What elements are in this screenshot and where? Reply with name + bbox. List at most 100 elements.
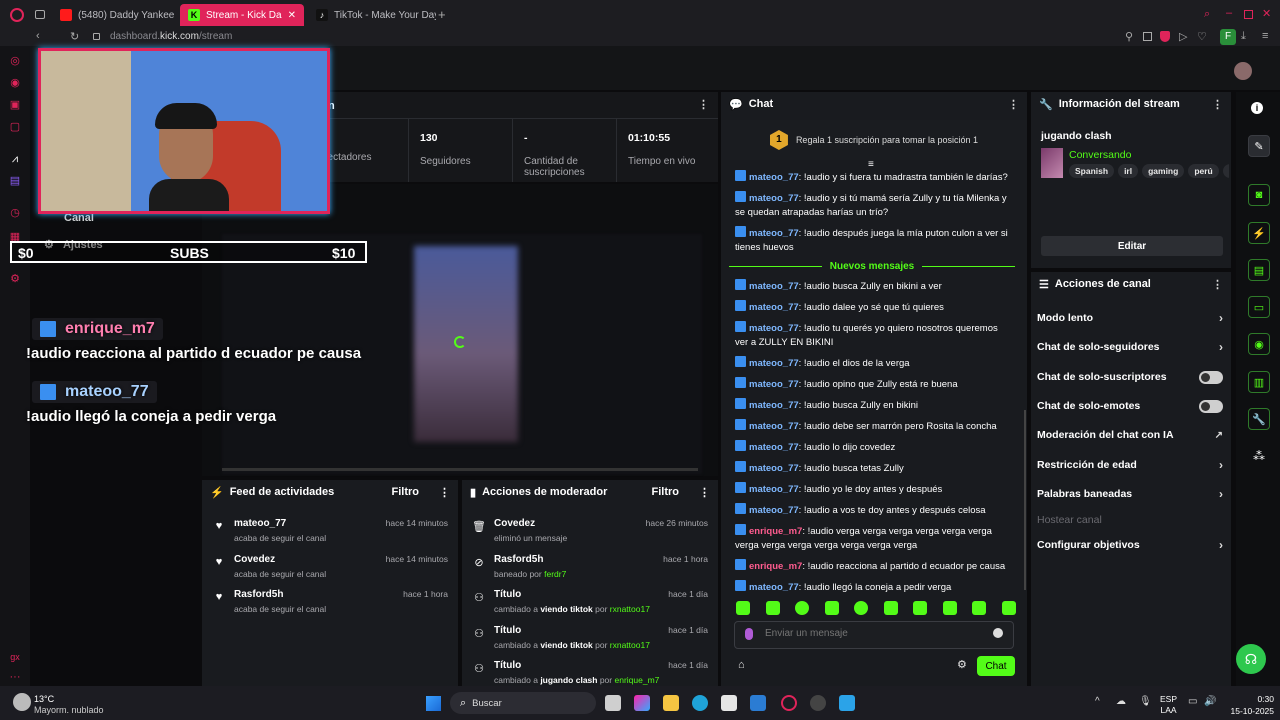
play-icon[interactable]: ▷	[1179, 30, 1187, 43]
category-thumbnail[interactable]	[1041, 148, 1063, 178]
volume-icon[interactable]: 🔊	[1204, 696, 1216, 707]
mod-moderator-name[interactable]: enrique_m7	[614, 675, 659, 685]
more-icon[interactable]: ···	[8, 670, 22, 684]
chat-username[interactable]: mateoo_77	[749, 463, 799, 474]
tray-chevron-icon[interactable]: ^	[1095, 696, 1100, 707]
chat-send-button[interactable]: Chat	[977, 656, 1015, 676]
age-restriction-action[interactable]: Restricción de edad ›	[1037, 454, 1223, 476]
tag-pill[interactable]: gaming	[1142, 164, 1185, 178]
emotes-only-toggle[interactable]	[1199, 399, 1223, 413]
gx-icon[interactable]: gx	[8, 650, 22, 664]
moderator-filter-button[interactable]: Filtro	[652, 486, 680, 498]
tab-tiktok[interactable]: ♪ TikTok - Make Your Day	[308, 4, 436, 26]
camera-icon[interactable]: ◙	[1248, 184, 1270, 206]
chat-settings-icon[interactable]: ⚙	[957, 658, 967, 671]
stats-more-icon[interactable]: ⋮	[698, 98, 709, 111]
layout-icon[interactable]: ▥	[1248, 371, 1270, 393]
tab-overview-icon[interactable]	[35, 10, 45, 19]
chat-username[interactable]: mateoo_77	[749, 172, 799, 183]
chat-username[interactable]: mateoo_77	[749, 421, 799, 432]
chat-username[interactable]: mateoo_77	[749, 228, 799, 239]
emote-icon[interactable]	[1001, 601, 1016, 615]
mod-user[interactable]: Rasford5h	[494, 554, 543, 565]
mod-moderator-name[interactable]: rxnattoo17	[610, 604, 650, 614]
activity-user[interactable]: Rasford5h	[234, 589, 283, 600]
chat-username[interactable]: mateoo_77	[749, 400, 799, 411]
back-icon[interactable]: ‹	[36, 30, 40, 42]
edit-icon[interactable]: ✎	[1248, 135, 1270, 157]
opera-menu-icon[interactable]	[10, 8, 24, 22]
emote-icon[interactable]	[913, 601, 928, 615]
emote-icon[interactable]	[854, 601, 869, 615]
whatsapp-icon[interactable]: ▣	[8, 98, 22, 112]
activity-filter-button[interactable]: Filtro	[392, 486, 420, 498]
taskbar-search[interactable]: ⌕ Buscar	[450, 692, 596, 714]
chat-username[interactable]: mateoo_77	[749, 442, 799, 453]
edit-stream-button[interactable]: Editar	[1041, 236, 1223, 256]
mod-moderator-name[interactable]: ferdr7	[544, 569, 566, 579]
minimize-icon[interactable]: –	[1226, 7, 1232, 19]
file-explorer-icon[interactable]	[663, 695, 679, 711]
chat-username[interactable]: enrique_m7	[749, 526, 802, 537]
edge-icon[interactable]	[692, 695, 708, 711]
download-icon[interactable]: ⤓	[1241, 30, 1246, 43]
activity-more-icon[interactable]: ⋮	[439, 486, 450, 499]
emoji-picker-icon[interactable]	[993, 628, 1003, 638]
activity-user[interactable]: Covedez	[234, 554, 275, 565]
info-icon[interactable]: i	[1251, 102, 1263, 114]
tag-pill[interactable]: Spanish	[1069, 164, 1115, 178]
gift-icon[interactable]: ⌂	[738, 659, 745, 671]
display-icon[interactable]: ▭	[1188, 696, 1197, 707]
profile-avatar[interactable]: F	[1220, 29, 1236, 45]
document-icon[interactable]: ▤	[1248, 259, 1270, 281]
search-tabs-icon[interactable]: ⌕	[1204, 8, 1210, 21]
banned-words-action[interactable]: Palabras baneadas ›	[1037, 483, 1223, 505]
shield-icon[interactable]	[1160, 31, 1170, 42]
maximize-icon[interactable]	[1244, 10, 1253, 19]
reload-icon[interactable]: ↻	[70, 30, 79, 43]
emote-icon[interactable]	[824, 601, 839, 615]
emote-icon[interactable]	[795, 601, 810, 615]
messenger-icon[interactable]: ◉	[8, 76, 22, 90]
onedrive-icon[interactable]: ☁	[1116, 696, 1126, 707]
app2-icon[interactable]	[839, 695, 855, 711]
chat-username[interactable]: mateoo_77	[749, 358, 799, 369]
emotes-only-action[interactable]: Chat de solo-emotes	[1037, 395, 1223, 417]
emote-icon[interactable]	[972, 601, 987, 615]
ai-icon[interactable]: ◎	[8, 54, 22, 68]
new-tab-icon[interactable]: +	[438, 7, 446, 22]
chat-username[interactable]: enrique_m7	[749, 561, 802, 572]
tag-pill[interactable]: s	[1222, 164, 1229, 178]
browser-menu-icon[interactable]: ≡	[1262, 30, 1268, 42]
microphone-icon[interactable]	[745, 628, 753, 640]
chat-input-box[interactable]	[734, 621, 1014, 649]
chat-username[interactable]: mateoo_77	[749, 323, 799, 334]
task-view-icon[interactable]	[605, 695, 621, 711]
mod-user[interactable]: Covedez	[494, 518, 535, 529]
clock[interactable]: 0:30 15-10-2025	[1222, 693, 1274, 717]
tag-pill[interactable]: perú	[1188, 164, 1219, 178]
tab-kick-dashboard[interactable]: K Stream - Kick Dashb ✕	[180, 4, 304, 26]
chat-username[interactable]: mateoo_77	[749, 281, 799, 292]
tab-youtube[interactable]: (5480) Daddy Yankee - L	[52, 4, 177, 26]
mod-moderator-name[interactable]: rxnattoo17	[610, 640, 650, 650]
emote-icon[interactable]	[736, 601, 750, 615]
wrench-tool-icon[interactable]: 🔧	[1248, 408, 1270, 430]
app-icon[interactable]	[750, 695, 766, 711]
chat-scrollbar[interactable]	[1024, 410, 1026, 590]
language-indicator[interactable]: ESP LAA	[1160, 694, 1177, 716]
stream-info-more-icon[interactable]: ⋮	[1212, 98, 1223, 111]
activity-user[interactable]: mateoo_77	[234, 518, 286, 529]
weather-icon[interactable]	[13, 693, 31, 711]
tag-pill[interactable]: irl	[1118, 164, 1139, 178]
slow-mode-action[interactable]: Modo lento ›	[1037, 307, 1223, 329]
category-name[interactable]: Conversando	[1069, 149, 1131, 161]
configure-goals-action[interactable]: Configurar objetivos ›	[1037, 534, 1223, 556]
moderator-more-icon[interactable]: ⋮	[699, 486, 710, 499]
chat-username[interactable]: mateoo_77	[749, 193, 799, 204]
kick-sidebar-icon[interactable]: ⩘	[8, 152, 22, 166]
channel-actions-more-icon[interactable]: ⋮	[1212, 278, 1223, 291]
url-field[interactable]: dashboard.kick.com/stream	[110, 31, 232, 42]
help-chat-button[interactable]: ☊	[1236, 644, 1266, 674]
lightning-icon[interactable]: ⚡	[1248, 222, 1270, 244]
